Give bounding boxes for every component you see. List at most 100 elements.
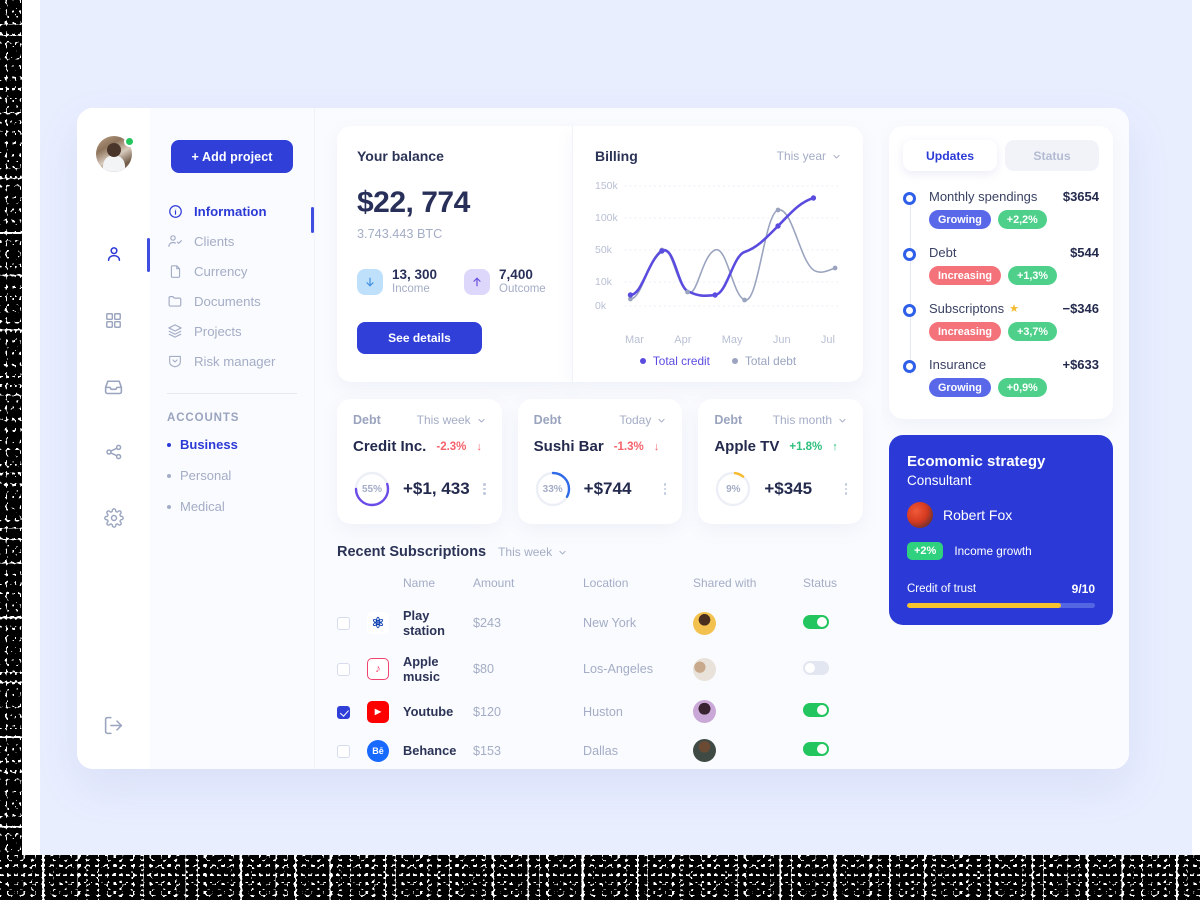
update-delta-badge: +3,7% — [1008, 322, 1057, 341]
debt-range-dropdown[interactable]: This month — [773, 413, 847, 427]
outcome-label: Outcome — [499, 282, 546, 295]
account-item-personal[interactable]: Personal — [167, 468, 314, 483]
series-total-credit — [629, 196, 815, 298]
shared-avatar[interactable] — [693, 611, 716, 635]
column-header-name: Name — [403, 576, 436, 590]
sidebar-item-clients[interactable]: Clients — [167, 233, 314, 249]
update-item-subscriptons[interactable]: Subscriptons ★ −$346 Increasing +3,7% — [903, 301, 1099, 341]
sidebar-item-information[interactable]: Information — [167, 203, 314, 219]
rail-item-dashboard[interactable] — [94, 300, 134, 340]
y-tick: 50k — [595, 244, 612, 256]
status-toggle[interactable] — [803, 742, 829, 756]
row-checkbox[interactable] — [337, 617, 350, 631]
sidebar-item-projects[interactable]: Projects — [167, 323, 314, 339]
update-delta-badge: +2,2% — [997, 210, 1047, 229]
row-checkbox[interactable] — [337, 705, 350, 719]
apple-music-icon: ♪ — [367, 658, 389, 680]
status-toggle[interactable] — [803, 614, 829, 629]
arrow-down-icon: ↓ — [476, 440, 482, 453]
debt-progress-ring: 55% — [353, 470, 391, 508]
avatar[interactable] — [95, 136, 135, 172]
scan-noise-bottom — [0, 855, 1200, 900]
tab-status[interactable]: Status — [1005, 140, 1099, 171]
row-checkbox[interactable] — [337, 663, 350, 677]
account-label: Business — [180, 437, 238, 452]
y-tick: 150k — [595, 180, 618, 192]
column-header-amount: Amount — [473, 576, 515, 590]
credit-of-trust-row: Credit of trust 9/10 — [907, 582, 1095, 596]
legend-item-total-credit: Total credit — [639, 354, 710, 368]
rail-item-share[interactable] — [94, 432, 134, 472]
more-options-icon[interactable] — [483, 483, 486, 495]
rail-item-profile[interactable] — [94, 234, 150, 274]
update-item-insurance[interactable]: Insurance +$633 Growing +0,9% — [903, 357, 1099, 397]
account-item-business[interactable]: Business — [167, 437, 314, 452]
billing-chart: 150k 100k 50k 10k 0k Mar Apr May Jun Jul — [595, 178, 841, 346]
debt-label: Debt — [533, 413, 562, 427]
column-header-status: Status — [803, 576, 838, 590]
debt-progress-ring: 9% — [714, 470, 752, 508]
table-row: ▶ Youtube $120 Huston — [337, 692, 863, 731]
status-toggle[interactable] — [803, 660, 829, 675]
more-options-icon[interactable] — [663, 483, 667, 495]
more-options-icon[interactable] — [844, 483, 848, 495]
balance-amount: $22, 774 — [357, 186, 470, 219]
sidebar-item-label: Projects — [194, 323, 242, 339]
sidebar-item-risk-manager[interactable]: Risk manager — [167, 353, 314, 369]
tab-updates[interactable]: Updates — [903, 140, 997, 171]
strategy-subtitle: Consultant — [907, 473, 972, 488]
timeline-dot-icon — [903, 192, 916, 205]
shared-avatar[interactable] — [693, 657, 716, 681]
debt-change-pct: -1.3% — [613, 440, 644, 453]
row-checkbox[interactable] — [337, 744, 350, 758]
billing-title: Billing — [595, 148, 638, 164]
subscriptions-range-dropdown[interactable]: This week — [498, 545, 567, 559]
status-toggle[interactable] — [803, 703, 829, 717]
subscriptions-table: Name Amount Location Shared with Status … — [337, 570, 863, 769]
updates-timeline: Monthly spendings $3654 Growing +2,2% De… — [903, 189, 1099, 397]
shared-avatar[interactable] — [693, 700, 716, 723]
x-tick: Apr — [674, 334, 692, 346]
add-project-button[interactable]: + Add project — [171, 140, 293, 173]
sidebar-item-documents[interactable]: Documents — [167, 293, 314, 309]
debt-name: Credit Inc. — [353, 438, 427, 455]
logout-icon — [104, 716, 123, 735]
update-item-monthly-spendings[interactable]: Monthly spendings $3654 Growing +2,2% — [903, 189, 1099, 229]
debt-range-dropdown[interactable]: This week — [417, 413, 486, 427]
debt-range-dropdown[interactable]: Today — [619, 413, 666, 427]
sidebar-divider — [167, 393, 297, 394]
rail-item-inbox[interactable] — [94, 366, 134, 406]
subscription-name: Apple music — [403, 654, 440, 684]
update-item-debt[interactable]: Debt $544 Increasing +1,3% — [903, 245, 1099, 285]
sidebar-nav-list: Information Clients Currency Documents P… — [150, 203, 314, 369]
x-tick: May — [721, 334, 743, 346]
chevron-down-icon — [839, 418, 846, 422]
see-details-button[interactable]: See details — [357, 322, 482, 355]
logout-button[interactable] — [103, 715, 124, 741]
icon-rail — [77, 108, 150, 769]
shared-avatar[interactable] — [693, 739, 716, 762]
update-amount: −$346 — [1062, 301, 1099, 316]
chevron-down-icon — [658, 418, 665, 422]
debt-range-value: Today — [619, 413, 652, 427]
sidebar-item-label: Clients — [194, 233, 235, 249]
debt-card-credit-inc: Debt This week Credit Inc. -2.3% ↓ 55% +… — [337, 399, 502, 524]
update-name: Monthly spendings — [929, 189, 1038, 204]
series-total-debt-points — [628, 207, 838, 303]
billing-range-dropdown[interactable]: This year — [777, 149, 841, 163]
info-icon — [167, 203, 183, 219]
subscription-location: Dallas — [583, 743, 618, 758]
strategy-person[interactable]: Robert Fox — [907, 502, 1095, 528]
update-state-badge: Growing — [929, 378, 991, 397]
rail-item-settings[interactable] — [94, 498, 134, 538]
sidebar-item-currency[interactable]: Currency — [167, 263, 314, 279]
update-name: Subscriptons — [929, 301, 1005, 316]
subscription-name: Behance — [403, 743, 457, 758]
legend-dot-icon — [639, 358, 646, 364]
subscription-amount: $120 — [473, 704, 502, 719]
account-item-medical[interactable]: Medical — [167, 499, 314, 514]
top-row: Your balance $22, 774 3.743.443 BTC 13, … — [337, 126, 863, 382]
update-amount: $544 — [1070, 245, 1099, 260]
balance-card: Your balance $22, 774 3.743.443 BTC 13, … — [337, 126, 572, 382]
subscriptions-range-value: This week — [498, 545, 553, 559]
